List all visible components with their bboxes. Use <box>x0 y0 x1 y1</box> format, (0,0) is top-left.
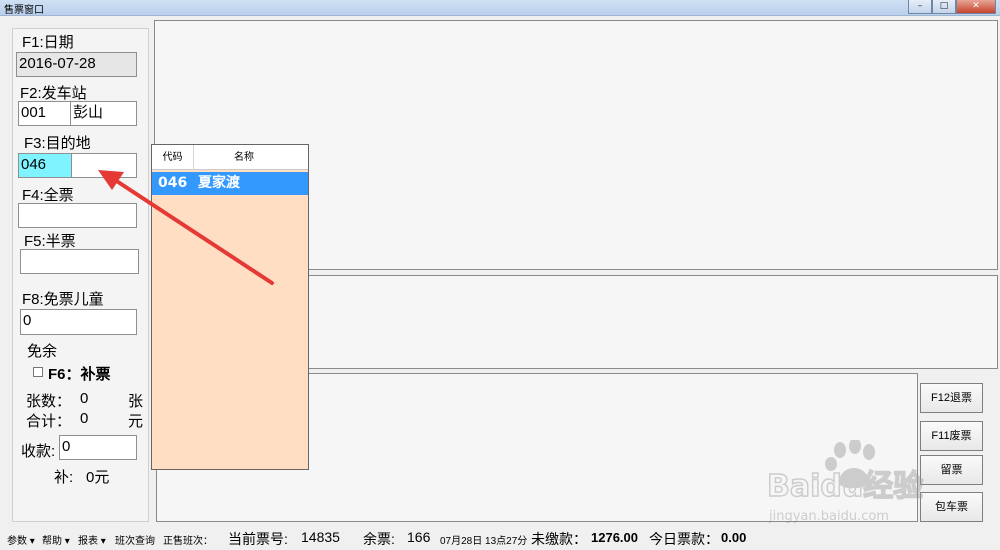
destination-dropdown[interactable]: 代码 名称 046 夏家渡 <box>151 144 309 470</box>
svg-text:Baidu经验: Baidu经验 <box>767 469 923 504</box>
exempt-label: 免余 <box>27 343 58 360</box>
menu-reports[interactable]: 报表 ▾ <box>78 532 106 547</box>
half-ticket-label: F5:半票 <box>24 233 76 250</box>
total-value: 0 <box>80 410 89 427</box>
dropdown-row[interactable]: 046 夏家渡 <box>152 172 308 195</box>
supplement-label: F6：补票 <box>48 366 111 383</box>
total-label: 合计： <box>26 413 72 430</box>
half-ticket-field[interactable] <box>20 249 139 274</box>
free-child-label: F8:免票儿童 <box>22 291 104 308</box>
remaining-value: 166 <box>407 529 431 545</box>
destination-label: F3:目的地 <box>24 135 91 152</box>
datetime: 07月28日 13点27分 <box>440 536 528 547</box>
status-bar: 参数 ▾ 帮助 ▾ 报表 ▾ 班次查询 正售班次： 当前票号: 14835 余票… <box>0 524 1000 550</box>
destination-code-field[interactable]: 046 <box>19 154 71 177</box>
dropdown-header: 代码 名称 <box>152 145 308 170</box>
change-label: 补: <box>54 469 74 486</box>
count-unit: 张 <box>128 393 144 410</box>
remaining-label: 余票: <box>363 531 395 547</box>
close-button[interactable]: ✕ <box>956 0 996 14</box>
menu-params[interactable]: 参数 ▾ <box>7 532 35 547</box>
maximize-button[interactable]: □ <box>932 0 956 14</box>
today-value: 0.00 <box>721 530 747 545</box>
ticket-no-label: 当前票号: <box>228 531 288 547</box>
window-title: 售票窗口 <box>4 5 44 16</box>
date-field[interactable]: 2016-07-28 <box>16 52 137 77</box>
unpaid-value: 1276.00 <box>591 530 638 545</box>
minimize-button[interactable]: – <box>908 0 932 14</box>
row-name: 夏家渡 <box>198 175 240 191</box>
departure-name-field[interactable]: 彭山 <box>70 101 137 126</box>
title-bar: 售票窗口 – □ ✕ <box>0 0 1000 16</box>
total-unit: 元 <box>128 413 144 430</box>
count-label: 张数： <box>26 393 72 410</box>
schedule-query-button[interactable]: 班次查询 <box>115 532 155 547</box>
refund-button[interactable]: F12退票 <box>920 383 983 413</box>
supplement-checkbox[interactable] <box>33 367 43 377</box>
date-label: F1:日期 <box>22 34 74 51</box>
column-header-name: 名称 <box>234 152 254 163</box>
on-sale-label: 正售班次： <box>163 536 213 547</box>
full-ticket-label: F4:全票 <box>22 187 74 204</box>
ticket-no-value: 14835 <box>301 529 340 545</box>
count-value: 0 <box>80 390 89 407</box>
received-field[interactable]: 0 <box>59 435 137 460</box>
received-label: 收款: <box>21 443 56 460</box>
column-header-code: 代码 <box>152 145 194 170</box>
svg-text:jingyan.baidu.com: jingyan.baidu.com <box>768 509 889 524</box>
row-code: 046 <box>158 175 188 191</box>
departure-label: F2:发车站 <box>20 85 87 102</box>
unpaid-label: 未缴款： <box>531 531 587 547</box>
today-label: 今日票款： <box>649 531 719 547</box>
free-child-field[interactable]: 0 <box>20 309 137 335</box>
departure-code-field[interactable]: 001 <box>18 101 71 126</box>
baidu-watermark-logo: Baidu经验 jingyan.baidu.com <box>766 440 924 524</box>
full-ticket-field[interactable] <box>18 203 137 228</box>
menu-help[interactable]: 帮助 ▾ <box>42 532 70 547</box>
change-value: 0元 <box>86 469 110 486</box>
